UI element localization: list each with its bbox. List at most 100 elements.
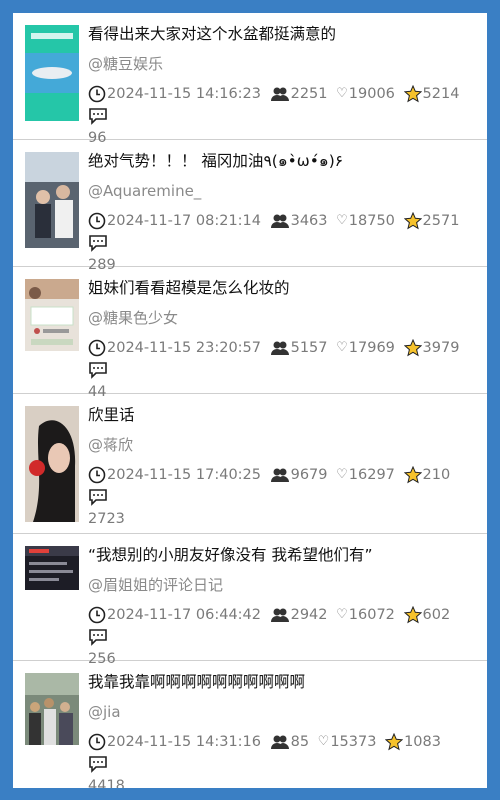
views-count: 85 (290, 734, 310, 750)
likes-count: 19006 (348, 86, 395, 102)
post-thumbnail[interactable] (25, 546, 79, 590)
post-thumbnail[interactable] (25, 152, 79, 248)
likes-count: 18750 (348, 213, 395, 229)
post-comments (88, 628, 109, 646)
post-likes: ♡ 17969 (336, 337, 395, 359)
post-author[interactable]: @糖豆娱乐 (88, 54, 473, 74)
heart-icon: ♡ (336, 86, 348, 101)
heart-icon: ♡ (317, 734, 330, 749)
list-item[interactable]: 姐妹们看看超模是怎么化妆的 @糖果色少女 2024-11-15 23:20:57… (13, 267, 487, 400)
likes-count: 15373 (330, 734, 377, 750)
post-author[interactable]: @Aquaremine_ (88, 181, 473, 201)
likes-count: 17969 (348, 340, 395, 356)
list-item[interactable]: 我靠我靠啊啊啊啊啊啊啊啊啊啊 @jia 2024-11-15 14:31:16 … (13, 661, 487, 788)
heart-icon: ♡ (336, 340, 348, 355)
post-stars: 602 (403, 604, 451, 626)
post-stars: 2571 (403, 210, 459, 232)
post-title[interactable]: 欣里话 (88, 404, 473, 426)
post-views: 3463 (270, 210, 328, 232)
comment-icon (89, 629, 107, 646)
star-icon (403, 212, 422, 230)
likes-count: 16072 (348, 607, 395, 623)
post-views: 9679 (270, 464, 328, 486)
post-likes: ♡ 16072 (336, 604, 395, 626)
post-time-text: 2024-11-17 08:21:14 (107, 213, 261, 229)
post-stats: 2024-11-15 17:40:25 9679 ♡ 16297 210 272… (88, 464, 473, 530)
stars-count: 3979 (422, 340, 460, 356)
post-time: 2024-11-15 17:40:25 (88, 464, 261, 486)
star-icon (403, 466, 422, 484)
views-count: 5157 (290, 340, 328, 356)
star-icon (403, 606, 422, 624)
list-item[interactable]: 绝对气势！！！ 福冈加油٩(๑•̀ω•́๑)۶ @Aquaremine_ 202… (13, 140, 487, 273)
heart-icon: ♡ (336, 467, 348, 482)
post-title[interactable]: 我靠我靠啊啊啊啊啊啊啊啊啊啊 (88, 671, 473, 693)
post-time: 2024-11-15 14:16:23 (88, 83, 261, 105)
list-item[interactable]: 看得出来大家对这个水盆都挺满意的 @糖豆娱乐 2024-11-15 14:16:… (13, 13, 487, 146)
users-icon (270, 87, 289, 101)
star-icon (385, 733, 404, 751)
views-count: 2942 (290, 607, 328, 623)
post-time: 2024-11-15 23:20:57 (88, 337, 261, 359)
comments-count: 4418 (88, 778, 125, 788)
views-count: 3463 (290, 213, 328, 229)
post-comments (88, 488, 109, 506)
post-title[interactable]: 绝对气势！！！ 福冈加油٩(๑•̀ω•́๑)۶ (88, 150, 473, 172)
post-stars: 1083 (385, 731, 441, 753)
post-views: 85 (270, 731, 309, 753)
post-likes: ♡ 15373 (318, 731, 377, 753)
post-comments (88, 234, 109, 252)
post-author[interactable]: @糖果色少女 (88, 308, 473, 328)
stars-count: 602 (422, 607, 451, 623)
post-comments (88, 361, 109, 379)
stars-count: 210 (422, 467, 451, 483)
post-title[interactable]: 姐妹们看看超模是怎么化妆的 (88, 277, 473, 299)
post-stars: 3979 (403, 337, 460, 359)
stars-count: 1083 (404, 734, 441, 750)
post-time: 2024-11-17 08:21:14 (88, 210, 261, 232)
post-author[interactable]: @蒋欣 (88, 435, 473, 455)
likes-count: 16297 (348, 467, 395, 483)
users-icon (270, 468, 289, 482)
heart-icon: ♡ (336, 213, 348, 228)
post-time-text: 2024-11-15 14:31:16 (107, 734, 261, 750)
comment-icon (89, 362, 107, 379)
post-comments (88, 107, 109, 125)
star-icon (403, 85, 422, 103)
users-icon (270, 341, 289, 355)
list-item[interactable]: 欣里话 @蒋欣 2024-11-15 17:40:25 9679 ♡ 16297 (13, 394, 487, 534)
clock-icon (88, 212, 106, 230)
post-title[interactable]: “我想别的小朋友好像没有 我希望他们有” (88, 544, 473, 566)
post-author[interactable]: @眉姐姐的评论日记 (88, 575, 473, 595)
post-likes: ♡ 18750 (336, 210, 395, 232)
list-item[interactable]: “我想别的小朋友好像没有 我希望他们有” @眉姐姐的评论日记 2024-11-1… (13, 534, 487, 667)
views-count: 9679 (290, 467, 328, 483)
post-thumbnail[interactable] (25, 25, 79, 121)
post-title[interactable]: 看得出来大家对这个水盆都挺满意的 (88, 23, 473, 45)
post-time: 2024-11-15 14:31:16 (88, 731, 261, 753)
clock-icon (88, 733, 106, 751)
post-thumbnail[interactable] (25, 279, 79, 351)
post-time-text: 2024-11-15 17:40:25 (107, 467, 261, 483)
stars-count: 5214 (422, 86, 460, 102)
post-likes: ♡ 19006 (336, 83, 395, 105)
post-thumbnail[interactable] (25, 673, 79, 745)
post-time-text: 2024-11-15 14:16:23 (107, 86, 261, 102)
comment-icon (89, 756, 107, 773)
post-stats: 2024-11-15 14:31:16 85 ♡ 15373 1083 4418 (88, 731, 473, 788)
post-thumbnail[interactable] (25, 406, 79, 522)
heart-icon: ♡ (336, 607, 348, 622)
views-count: 2251 (290, 86, 328, 102)
post-likes: ♡ 16297 (336, 464, 395, 486)
post-time-text: 2024-11-15 23:20:57 (107, 340, 261, 356)
comment-icon (89, 108, 107, 125)
post-time-text: 2024-11-17 06:44:42 (107, 607, 261, 623)
users-icon (270, 214, 289, 228)
users-icon (270, 608, 289, 622)
post-stars: 210 (403, 464, 451, 486)
post-views: 5157 (270, 337, 328, 359)
post-stars: 5214 (403, 83, 460, 105)
clock-icon (88, 339, 106, 357)
post-views: 2942 (270, 604, 328, 626)
post-author[interactable]: @jia (88, 702, 473, 722)
